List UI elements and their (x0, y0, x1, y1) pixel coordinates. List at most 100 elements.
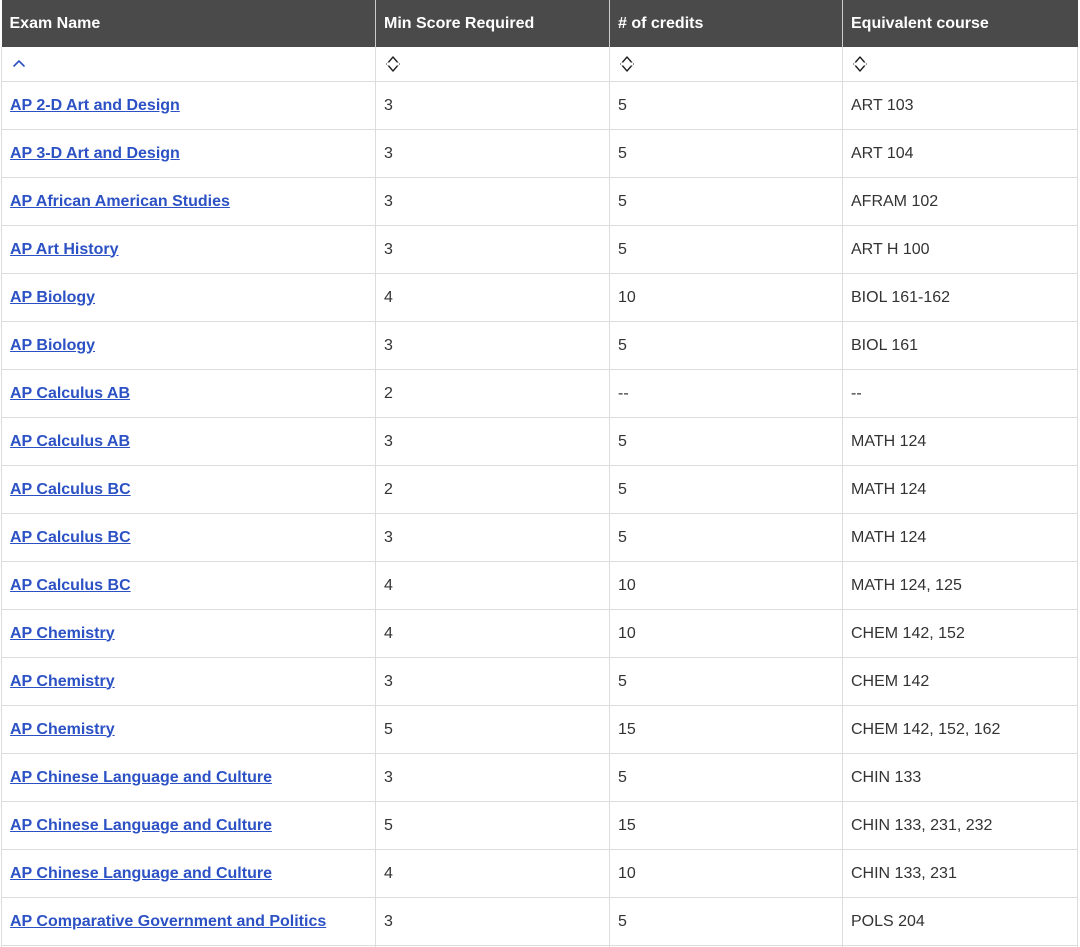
cell-credits: 5 (609, 897, 843, 946)
cell-exam-name: AP Chinese Language and Culture (1, 801, 376, 850)
cell-credits: 5 (609, 225, 843, 274)
exam-credit-table: Exam Name Min Score Required # of credit… (1, 0, 1078, 947)
cell-min-score: 3 (375, 321, 610, 370)
cell-credits: 5 (609, 753, 843, 802)
cell-credits: 5 (609, 465, 843, 514)
sort-unsorted-icon[interactable] (618, 55, 636, 73)
cell-equivalent-course: -- (842, 369, 1078, 418)
cell-min-score: 3 (375, 129, 610, 178)
exam-name-link[interactable]: AP Chinese Language and Culture (10, 817, 272, 834)
cell-exam-name: AP 2-D Art and Design (1, 81, 376, 130)
exam-name-link[interactable]: AP Chinese Language and Culture (10, 865, 272, 882)
exam-name-link[interactable]: AP Chemistry (10, 625, 115, 642)
table-row: AP Calculus AB 3 5 MATH 124 (1, 417, 1078, 466)
cell-equivalent-course: AFRAM 102 (842, 177, 1078, 226)
cell-exam-name: AP Calculus AB (1, 417, 376, 466)
exam-credit-table-container: Exam Name Min Score Required # of credit… (0, 0, 1080, 947)
cell-credits: 5 (609, 417, 843, 466)
cell-min-score: 4 (375, 609, 610, 658)
exam-name-link[interactable]: AP Calculus BC (10, 481, 131, 498)
cell-min-score: 3 (375, 513, 610, 562)
exam-name-link[interactable]: AP African American Studies (10, 193, 230, 210)
table-row: AP 3-D Art and Design 3 5 ART 104 (1, 129, 1078, 178)
column-header-equivalent-course[interactable]: Equivalent course (842, 0, 1078, 47)
table-row: AP 2-D Art and Design 3 5 ART 103 (1, 81, 1078, 130)
cell-min-score: 3 (375, 753, 610, 802)
cell-exam-name: AP Comparative Government and Politics (1, 897, 376, 946)
sort-unsorted-icon[interactable] (851, 55, 869, 73)
cell-exam-name: AP Calculus AB (1, 369, 376, 418)
cell-exam-name: AP Chemistry (1, 705, 376, 754)
cell-equivalent-course: MATH 124 (842, 465, 1078, 514)
table-row: AP Chinese Language and Culture 3 5 CHIN 13… (1, 753, 1078, 802)
exam-name-link[interactable]: AP Calculus AB (10, 385, 130, 402)
cell-exam-name: AP Calculus BC (1, 561, 376, 610)
cell-exam-name: AP Chemistry (1, 609, 376, 658)
cell-exam-name: AP Chemistry (1, 657, 376, 706)
cell-equivalent-course: MATH 124 (842, 417, 1078, 466)
cell-min-score: 3 (375, 417, 610, 466)
column-header-credits[interactable]: # of credits (609, 0, 843, 47)
cell-exam-name: AP Chinese Language and Culture (1, 753, 376, 802)
exam-name-link[interactable]: AP Comparative Government and Politics (10, 913, 326, 930)
cell-credits: 15 (609, 705, 843, 754)
cell-exam-name: AP African American Studies (1, 177, 376, 226)
cell-min-score: 3 (375, 897, 610, 946)
cell-credits: -- (609, 369, 843, 418)
cell-equivalent-course: CHIN 133, 231, 232 (842, 801, 1078, 850)
table-row: AP Art History 3 5 ART H 100 (1, 225, 1078, 274)
table-body: AP 2-D Art and Design 3 5 ART 103 AP 3-D Art… (1, 81, 1078, 947)
exam-name-link[interactable]: AP Chemistry (10, 721, 115, 738)
cell-exam-name: AP Biology (1, 321, 376, 370)
cell-credits: 10 (609, 849, 843, 898)
cell-equivalent-course: POLS 204 (842, 897, 1078, 946)
cell-credits: 10 (609, 273, 843, 322)
cell-equivalent-course: CHEM 142, 152, 162 (842, 705, 1078, 754)
exam-name-link[interactable]: AP Calculus BC (10, 529, 131, 546)
sort-cell-exam-name (1, 47, 376, 82)
cell-min-score: 4 (375, 561, 610, 610)
table-row: AP Comparative Government and Politics 3 5… (1, 897, 1078, 946)
cell-credits: 5 (609, 657, 843, 706)
column-header-exam-name[interactable]: Exam Name (1, 0, 376, 47)
cell-exam-name: AP 3-D Art and Design (1, 129, 376, 178)
exam-name-link[interactable]: AP Art History (10, 241, 118, 258)
exam-name-link[interactable]: AP 3-D Art and Design (10, 145, 180, 162)
cell-min-score: 3 (375, 81, 610, 130)
cell-exam-name: AP Calculus BC (1, 465, 376, 514)
cell-credits: 5 (609, 321, 843, 370)
sort-ascending-icon[interactable] (10, 55, 28, 73)
exam-name-link[interactable]: AP 2-D Art and Design (10, 97, 180, 114)
cell-equivalent-course: CHEM 142, 152 (842, 609, 1078, 658)
cell-credits: 5 (609, 177, 843, 226)
table-row: AP Chemistry 4 10 CHEM 142, 152 (1, 609, 1078, 658)
exam-name-link[interactable]: AP Calculus BC (10, 577, 131, 594)
exam-name-link[interactable]: AP Biology (10, 337, 95, 354)
sort-cell-credits (609, 47, 843, 82)
exam-name-link[interactable]: AP Chemistry (10, 673, 115, 690)
cell-exam-name: AP Biology (1, 273, 376, 322)
cell-credits: 10 (609, 561, 843, 610)
cell-min-score: 4 (375, 849, 610, 898)
exam-name-link[interactable]: AP Biology (10, 289, 95, 306)
sort-unsorted-icon[interactable] (384, 55, 402, 73)
sort-controls-row (1, 47, 1078, 82)
cell-credits: 10 (609, 609, 843, 658)
table-row: AP Chinese Language and Culture 4 10 CHIN 1… (1, 849, 1078, 898)
table-row: AP Chemistry 5 15 CHEM 142, 152, 162 (1, 705, 1078, 754)
table-row: AP African American Studies 3 5 AFRAM 102 (1, 177, 1078, 226)
table-row: AP Chemistry 3 5 CHEM 142 (1, 657, 1078, 706)
cell-equivalent-course: ART 104 (842, 129, 1078, 178)
cell-min-score: 3 (375, 225, 610, 274)
cell-equivalent-course: BIOL 161 (842, 321, 1078, 370)
cell-min-score: 4 (375, 273, 610, 322)
table-row: AP Biology 4 10 BIOL 161-162 (1, 273, 1078, 322)
exam-name-link[interactable]: AP Chinese Language and Culture (10, 769, 272, 786)
column-header-min-score[interactable]: Min Score Required (375, 0, 610, 47)
cell-equivalent-course: BIOL 161-162 (842, 273, 1078, 322)
exam-name-link[interactable]: AP Calculus AB (10, 433, 130, 450)
cell-equivalent-course: MATH 124, 125 (842, 561, 1078, 610)
sort-cell-equivalent-course (842, 47, 1078, 82)
table-row: AP Calculus AB 2 -- -- (1, 369, 1078, 418)
cell-min-score: 3 (375, 177, 610, 226)
